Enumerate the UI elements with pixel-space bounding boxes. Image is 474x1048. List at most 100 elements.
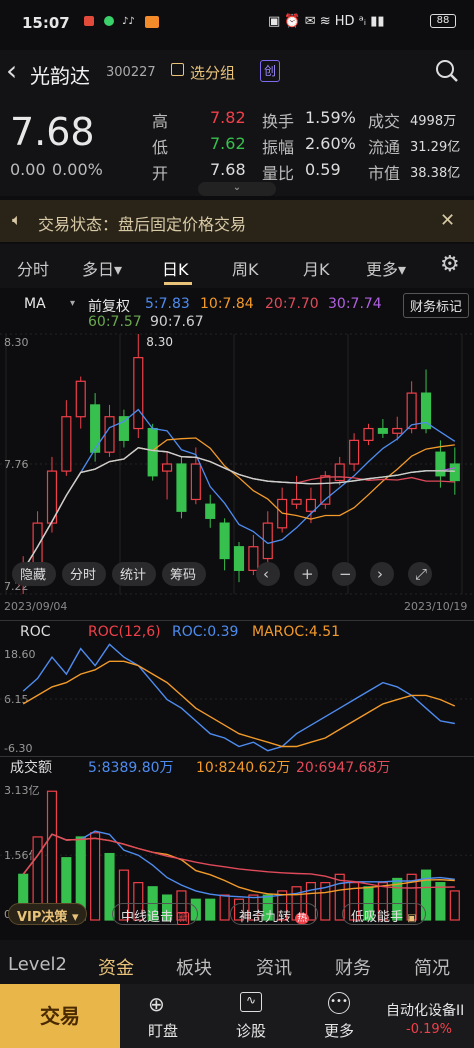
nav-level2[interactable]: Level2 bbox=[8, 954, 67, 975]
roc-line bbox=[22, 643, 455, 752]
candle-body bbox=[248, 546, 259, 571]
roc-value: ROC:0.39 bbox=[172, 624, 238, 640]
quote-cell: 38.38亿 bbox=[410, 166, 461, 181]
gear-icon[interactable]: ⚙ bbox=[440, 252, 460, 277]
watch-button[interactable]: 盯盘 bbox=[148, 1020, 178, 1041]
tiktok-notification-icon: ♪♪ bbox=[122, 16, 135, 27]
kline-chart[interactable]: 8.307.767.228.30隐藏 分时 统计 筹码 ‹ + − › ⤢2023/09/04 2… bbox=[0, 332, 474, 922]
quote-cell: 成交 bbox=[368, 112, 401, 131]
tab-weekly-k[interactable]: 周K bbox=[232, 256, 259, 280]
period-tabs: 分时 多日▾ 日K 周K 月K 更多▾ ⚙ bbox=[0, 244, 474, 288]
candle-body bbox=[176, 463, 187, 512]
last-price: 7.68 bbox=[10, 110, 95, 154]
strategy-midline[interactable]: 中线追击 新 bbox=[112, 903, 199, 925]
adjust-mode[interactable]: 前复权 bbox=[88, 296, 130, 316]
tab-monthly-k[interactable]: 月K bbox=[303, 256, 330, 280]
app-notification-icon bbox=[84, 16, 94, 26]
candle-body bbox=[61, 416, 72, 472]
roc-y-tick: -6.30 bbox=[4, 742, 32, 755]
nav-sector[interactable]: 板块 bbox=[176, 954, 212, 980]
more-icon: ••• bbox=[328, 992, 350, 1014]
vol-ma-line bbox=[22, 833, 455, 896]
candle-body bbox=[291, 498, 302, 505]
chevron-down-icon: ▾ bbox=[70, 298, 76, 309]
close-icon[interactable]: ✕ bbox=[440, 210, 455, 231]
nav-fund[interactable]: 资金 bbox=[98, 954, 134, 980]
quote-cell: 0.59 bbox=[305, 160, 341, 179]
x-axis-label: 2023/09/04 bbox=[4, 600, 67, 613]
chart-tool-label: 分时 bbox=[70, 568, 96, 583]
quote-cell: 低 bbox=[152, 138, 169, 157]
tab-daily-k[interactable]: 日K bbox=[162, 256, 189, 280]
vip-decision-button[interactable]: VIP决策 ▾ bbox=[8, 903, 88, 925]
quote-cell: 流通 bbox=[368, 138, 401, 157]
chart-tool-label: 筹码 bbox=[170, 567, 196, 583]
active-tab-indicator bbox=[164, 282, 192, 285]
panel-divider bbox=[0, 620, 474, 621]
maroc-line bbox=[22, 660, 456, 748]
vol-y-tick: 3.13亿 bbox=[4, 784, 40, 797]
candle-body bbox=[334, 463, 345, 482]
nav-profile[interactable]: 简况 bbox=[414, 954, 450, 980]
chart-tool-label: 隐藏 bbox=[20, 568, 46, 583]
candle-body bbox=[118, 416, 129, 441]
gem-board-tag: 创 bbox=[260, 60, 280, 82]
roc-label: ROC bbox=[20, 624, 51, 640]
ma90-value: 90:7.67 bbox=[150, 314, 204, 330]
nav-finance[interactable]: 财务 bbox=[335, 954, 371, 980]
sector-change: -0.19% bbox=[406, 1022, 452, 1037]
action-bar: 交易 ⊕ 盯盘 ∿ 诊股 ••• 更多 自动化设备II -0.19% bbox=[0, 984, 474, 1048]
ma30-value: 30:7.74 bbox=[328, 296, 382, 312]
strategy-lowbuy[interactable]: 低吸能手 ▣ bbox=[342, 903, 426, 925]
candle-body bbox=[133, 357, 144, 430]
status-icons: ▣ ⏰ ✉ ≋ HD ᵃᵢ ▮▮ bbox=[268, 14, 385, 29]
more-button[interactable]: 更多 bbox=[324, 1020, 354, 1041]
diagnose-button[interactable]: 诊股 bbox=[236, 1020, 266, 1041]
ma-label[interactable]: MA bbox=[24, 296, 46, 312]
tab-timeshare[interactable]: 分时 bbox=[17, 256, 49, 280]
financial-mark-button[interactable]: 财务标记 bbox=[403, 293, 470, 318]
quote-panel: 7.68 0.00 0.00% 高 7.82 换手 1.59% 成交 4998万低 7.62… bbox=[0, 96, 474, 196]
trading-status-text: 交易状态：盘后固定价格交易 bbox=[38, 215, 247, 234]
speaker-icon: 🔈︎ bbox=[12, 210, 22, 229]
maroc-value: MAROC:4.51 bbox=[252, 624, 340, 640]
trade-button[interactable]: 交易 bbox=[0, 984, 120, 1048]
trading-status-banner: 🔈︎ 交易状态：盘后固定价格交易 ✕ bbox=[0, 200, 474, 242]
chart-nav-label: › bbox=[377, 565, 383, 583]
tab-more[interactable]: 更多▾ bbox=[366, 256, 406, 280]
candle-body bbox=[349, 439, 360, 465]
quote-cell: 高 bbox=[152, 112, 169, 131]
ma5-value: 5:7.83 bbox=[145, 296, 190, 312]
candle-body bbox=[162, 463, 173, 472]
chart-tool-label: 统计 bbox=[120, 568, 146, 583]
back-icon[interactable]: ‹ bbox=[6, 54, 17, 87]
price-change-pct: 0.00% bbox=[52, 160, 103, 179]
group-icon bbox=[171, 63, 184, 76]
target-icon: ⊕ bbox=[148, 992, 165, 1016]
expand-chevron-icon[interactable]: ⌄ bbox=[198, 182, 276, 196]
status-time: 15:07 bbox=[22, 14, 70, 32]
chart-area[interactable]: MA ▾ 前复权 5:7.83 10:7.84 20:7.70 30:7.74 … bbox=[0, 290, 474, 930]
candle-body bbox=[190, 463, 201, 501]
quote-cell: 振幅 bbox=[262, 138, 295, 157]
tab-multiday[interactable]: 多日▾ bbox=[82, 256, 122, 280]
nav-news[interactable]: 资讯 bbox=[256, 954, 292, 980]
search-icon[interactable] bbox=[434, 58, 460, 84]
price-change: 0.00 bbox=[10, 160, 46, 179]
candle-body bbox=[363, 427, 374, 441]
panel-divider bbox=[0, 756, 474, 757]
strategy-nine[interactable]: 神奇九转 热 bbox=[230, 903, 319, 925]
quote-cell: 市值 bbox=[368, 164, 401, 183]
vol-ma20: 20:6947.68万 bbox=[296, 760, 390, 776]
volume-label: 成交额 bbox=[10, 759, 52, 776]
quote-cell: 1.59% bbox=[305, 108, 356, 127]
add-group-button[interactable]: 选分组 bbox=[190, 62, 235, 83]
ma20-value: 20:7.70 bbox=[265, 296, 319, 312]
sector-name[interactable]: 自动化设备II bbox=[386, 1000, 464, 1020]
strategy-bar: VIP决策 ▾ 中线追击 新 神奇九转 热 低吸能手 ▣ bbox=[0, 898, 474, 932]
quote-cell: 7.62 bbox=[210, 134, 246, 153]
stock-header: ‹ 光韵达 300227 选分组 创 bbox=[0, 50, 474, 96]
vol-ma5: 5:8389.80万 bbox=[88, 760, 174, 776]
candle-body bbox=[377, 427, 388, 434]
candle-body bbox=[205, 503, 216, 519]
